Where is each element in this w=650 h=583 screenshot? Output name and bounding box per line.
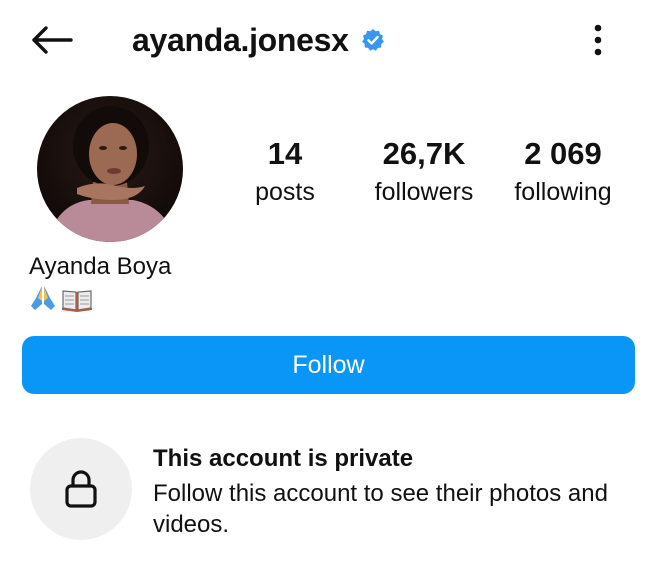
header-title: ayanda.jonesx [132, 18, 385, 62]
following-count[interactable]: 2 069 following [496, 136, 630, 208]
followers-label: followers [374, 178, 474, 206]
open-book-emoji [61, 290, 93, 312]
display-name: Ayanda Boya [29, 253, 172, 280]
more-vertical-icon [594, 24, 602, 56]
posts-label: posts [255, 178, 315, 206]
arrow-left-icon [32, 26, 73, 54]
following-value: 2 069 [524, 136, 602, 171]
back-button[interactable] [26, 18, 76, 62]
lock-icon [65, 470, 97, 508]
bio [29, 284, 93, 312]
follow-button[interactable]: Follow [22, 336, 635, 394]
private-description: Follow this account to see their photos … [153, 480, 608, 538]
private-title: This account is private [153, 445, 414, 472]
avatar[interactable] [37, 96, 183, 242]
folded-hands-emoji [31, 286, 55, 310]
posts-value: 14 [267, 136, 303, 171]
lock-badge [30, 438, 132, 540]
posts-count[interactable]: 14 posts [235, 136, 335, 208]
followers-value: 26,7K [382, 136, 466, 171]
profile-screen: ayanda.jonesx 14 posts 26,7K followers 2… [0, 0, 650, 583]
following-label: following [514, 178, 612, 206]
username: ayanda.jonesx [132, 21, 349, 58]
more-options-button[interactable] [580, 16, 616, 64]
followers-count[interactable]: 26,7K followers [356, 136, 492, 208]
verified-badge-icon [361, 28, 385, 52]
